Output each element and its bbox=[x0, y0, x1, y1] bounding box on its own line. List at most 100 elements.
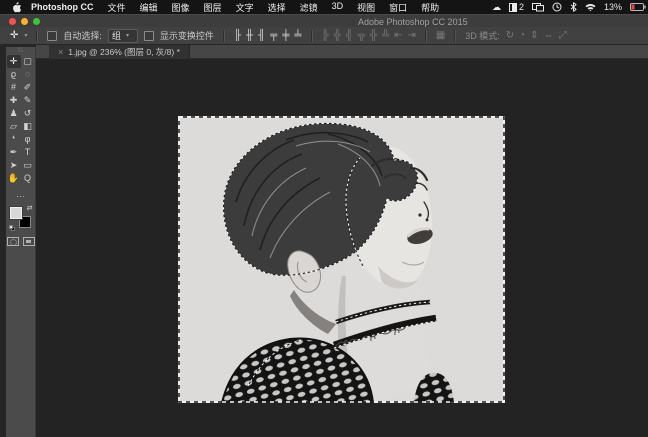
document-tab[interactable]: × 1.jpg @ 236% (图层 0, 灰/8) * bbox=[49, 45, 190, 59]
portrait-graphic bbox=[178, 116, 505, 403]
apple-menu-icon[interactable] bbox=[12, 2, 21, 13]
3d-mode-icon-4[interactable]: ⤢ bbox=[559, 31, 567, 41]
quick-selection-tool[interactable]: ◌ bbox=[21, 68, 35, 81]
cloud-icon[interactable]: ☁ bbox=[492, 2, 501, 13]
app-menu-title[interactable]: Photoshop CC bbox=[31, 2, 94, 12]
foreground-color-swatch[interactable] bbox=[10, 207, 22, 219]
brush-tool[interactable]: ✎ bbox=[21, 94, 35, 107]
tools-grid: ✛▢ϱ◌#✐✚✎♟↺▱◧❛φ✒T➤▭✋Q bbox=[6, 55, 35, 185]
edit-toolbar-ellipsis[interactable]: … bbox=[6, 189, 35, 199]
wifi-icon[interactable] bbox=[585, 3, 596, 12]
distribute-icon-1[interactable]: ╬ bbox=[334, 31, 341, 41]
auto-align-layers-icon[interactable]: ▦ bbox=[436, 31, 445, 41]
default-colors-icon[interactable] bbox=[9, 225, 16, 230]
show-transform-controls-label: 显示变换控件 bbox=[160, 29, 214, 42]
menu-item-图层[interactable]: 图层 bbox=[204, 1, 222, 14]
align-icon-3[interactable]: ╤ bbox=[270, 31, 277, 41]
align-icon-5[interactable]: ╧ bbox=[294, 31, 301, 41]
history-brush-tool[interactable]: ↺ bbox=[21, 107, 35, 120]
auto-select-dropdown[interactable]: 组▾ bbox=[108, 29, 138, 43]
input-source-icon[interactable]: 2 bbox=[509, 2, 524, 12]
dodge-tool[interactable]: φ bbox=[21, 133, 35, 146]
distribute-icon-0[interactable]: ╠ bbox=[322, 31, 329, 41]
align-icon-0[interactable]: ╟ bbox=[234, 31, 241, 41]
show-transform-controls-checkbox[interactable] bbox=[144, 31, 154, 41]
rectangle-tool[interactable]: ▭ bbox=[21, 159, 35, 172]
eraser-tool[interactable]: ▱ bbox=[7, 120, 21, 133]
menu-item-滤镜[interactable]: 滤镜 bbox=[300, 1, 318, 14]
auto-select-checkbox[interactable] bbox=[47, 31, 57, 41]
menu-item-图像[interactable]: 图像 bbox=[172, 1, 190, 14]
zoom-tool[interactable]: Q bbox=[21, 172, 35, 185]
menu-item-3D[interactable]: 3D bbox=[332, 1, 344, 14]
menu-items: 文件 编辑 图像 图层 文字 选择 滤镜 3D 视图 窗口 帮助 bbox=[108, 1, 440, 14]
menu-item-文字[interactable]: 文字 bbox=[236, 1, 254, 14]
auto-select-label: 自动选择: bbox=[63, 29, 102, 42]
close-window-button[interactable] bbox=[9, 18, 16, 25]
document-tab-title: 1.jpg @ 236% (图层 0, 灰/8) * bbox=[68, 46, 180, 58]
menu-item-文件[interactable]: 文件 bbox=[108, 1, 126, 14]
blur-tool[interactable]: ❛ bbox=[7, 133, 21, 146]
distribute-icon-2[interactable]: ╣ bbox=[346, 31, 353, 41]
tools-panel-header[interactable]: ∷ bbox=[6, 47, 35, 55]
gradient-tool[interactable]: ◧ bbox=[21, 120, 35, 133]
document-image[interactable] bbox=[178, 116, 505, 403]
3d-mode-icon-0[interactable]: ↻ bbox=[506, 31, 514, 41]
window-title: Adobe Photoshop CC 2015 bbox=[358, 17, 468, 27]
menu-item-编辑[interactable]: 编辑 bbox=[140, 1, 158, 14]
align-icon-4[interactable]: ╪ bbox=[282, 31, 289, 41]
zoom-window-button[interactable] bbox=[33, 18, 40, 25]
distribute-icon-6[interactable]: ⇤ bbox=[394, 31, 402, 41]
spot-healing-brush-tool[interactable]: ✚ bbox=[7, 94, 21, 107]
pen-tool[interactable]: ✒ bbox=[7, 146, 21, 159]
rectangular-marquee-tool[interactable]: ▢ bbox=[21, 55, 35, 68]
separator bbox=[454, 30, 456, 42]
menu-item-帮助[interactable]: 帮助 bbox=[421, 1, 439, 14]
lasso-tool[interactable]: ϱ bbox=[7, 68, 21, 81]
separator bbox=[36, 30, 38, 42]
3d-mode-icon-3[interactable]: ⇔ bbox=[544, 31, 554, 41]
distribute-icons-group: ╠ ╬ ╣ ╦ ╬ ╩ ⇤ ⇥ bbox=[322, 31, 416, 41]
distribute-icon-3[interactable]: ╦ bbox=[358, 31, 365, 41]
battery-icon[interactable] bbox=[630, 3, 646, 11]
hand-tool[interactable]: ✋ bbox=[7, 172, 21, 185]
menu-item-选择[interactable]: 选择 bbox=[268, 1, 286, 14]
displays-icon[interactable] bbox=[532, 3, 544, 12]
clone-stamp-tool[interactable]: ♟ bbox=[7, 107, 21, 120]
separator bbox=[311, 30, 313, 42]
swap-colors-icon[interactable]: ⇄ bbox=[27, 205, 33, 212]
menu-item-窗口[interactable]: 窗口 bbox=[389, 1, 407, 14]
quick-mask-mode-icon[interactable] bbox=[7, 237, 19, 246]
path-selection-tool[interactable]: ➤ bbox=[7, 159, 21, 172]
menu-item-视图[interactable]: 视图 bbox=[357, 1, 375, 14]
distribute-icon-7[interactable]: ⇥ bbox=[407, 31, 415, 41]
close-tab-icon[interactable]: × bbox=[58, 47, 63, 57]
distribute-icon-5[interactable]: ╩ bbox=[382, 31, 389, 41]
time-machine-icon[interactable] bbox=[552, 2, 562, 12]
tool-options-bar: ✛ ▾ 自动选择: 组▾ 显示变换控件 ╟ ╫ ╢ ╤ ╪ ╧ ╠ ╬ ╣ ╦ ╬ ╩ ⇤ ⇥ ▦ 3D… bbox=[0, 27, 648, 45]
3d-mode-icon-2[interactable]: ⇕ bbox=[530, 31, 538, 41]
menu-bar-status-area: ☁ 2 13% bbox=[492, 0, 646, 14]
move-tool[interactable]: ✛ bbox=[7, 55, 21, 68]
distribute-icon-4[interactable]: ╬ bbox=[370, 31, 377, 41]
eyedropper-tool[interactable]: ✐ bbox=[21, 81, 35, 94]
type-tool[interactable]: T bbox=[21, 146, 35, 159]
separator bbox=[223, 30, 225, 42]
align-icon-2[interactable]: ╢ bbox=[258, 31, 265, 41]
window-title-bar: Adobe Photoshop CC 2015 bbox=[0, 14, 648, 27]
document-tab-strip: × 1.jpg @ 236% (图层 0, 灰/8) * bbox=[36, 45, 648, 59]
align-icon-1[interactable]: ╫ bbox=[246, 31, 253, 41]
bluetooth-icon[interactable] bbox=[570, 2, 577, 12]
crop-tool[interactable]: # bbox=[7, 81, 21, 94]
minimize-window-button[interactable] bbox=[21, 18, 28, 25]
align-icons-group: ╟ ╫ ╢ ╤ ╪ ╧ bbox=[234, 31, 302, 41]
3d-mode-label: 3D 模式: bbox=[465, 29, 500, 42]
color-swatches: ⇄ bbox=[9, 205, 33, 231]
tools-panel: ∷ ✛▢ϱ◌#✐✚✎♟↺▱◧❛φ✒T➤▭✋Q … ⇄ bbox=[6, 47, 36, 437]
current-tool-icon: ✛ bbox=[10, 30, 18, 41]
screen-mode-icon[interactable] bbox=[23, 237, 35, 246]
3d-mode-icon-1[interactable]: ◔ bbox=[519, 31, 525, 41]
tool-preset-caret-icon[interactable]: ▾ bbox=[24, 32, 27, 39]
separator bbox=[425, 30, 427, 42]
battery-percent: 13% bbox=[604, 2, 622, 12]
